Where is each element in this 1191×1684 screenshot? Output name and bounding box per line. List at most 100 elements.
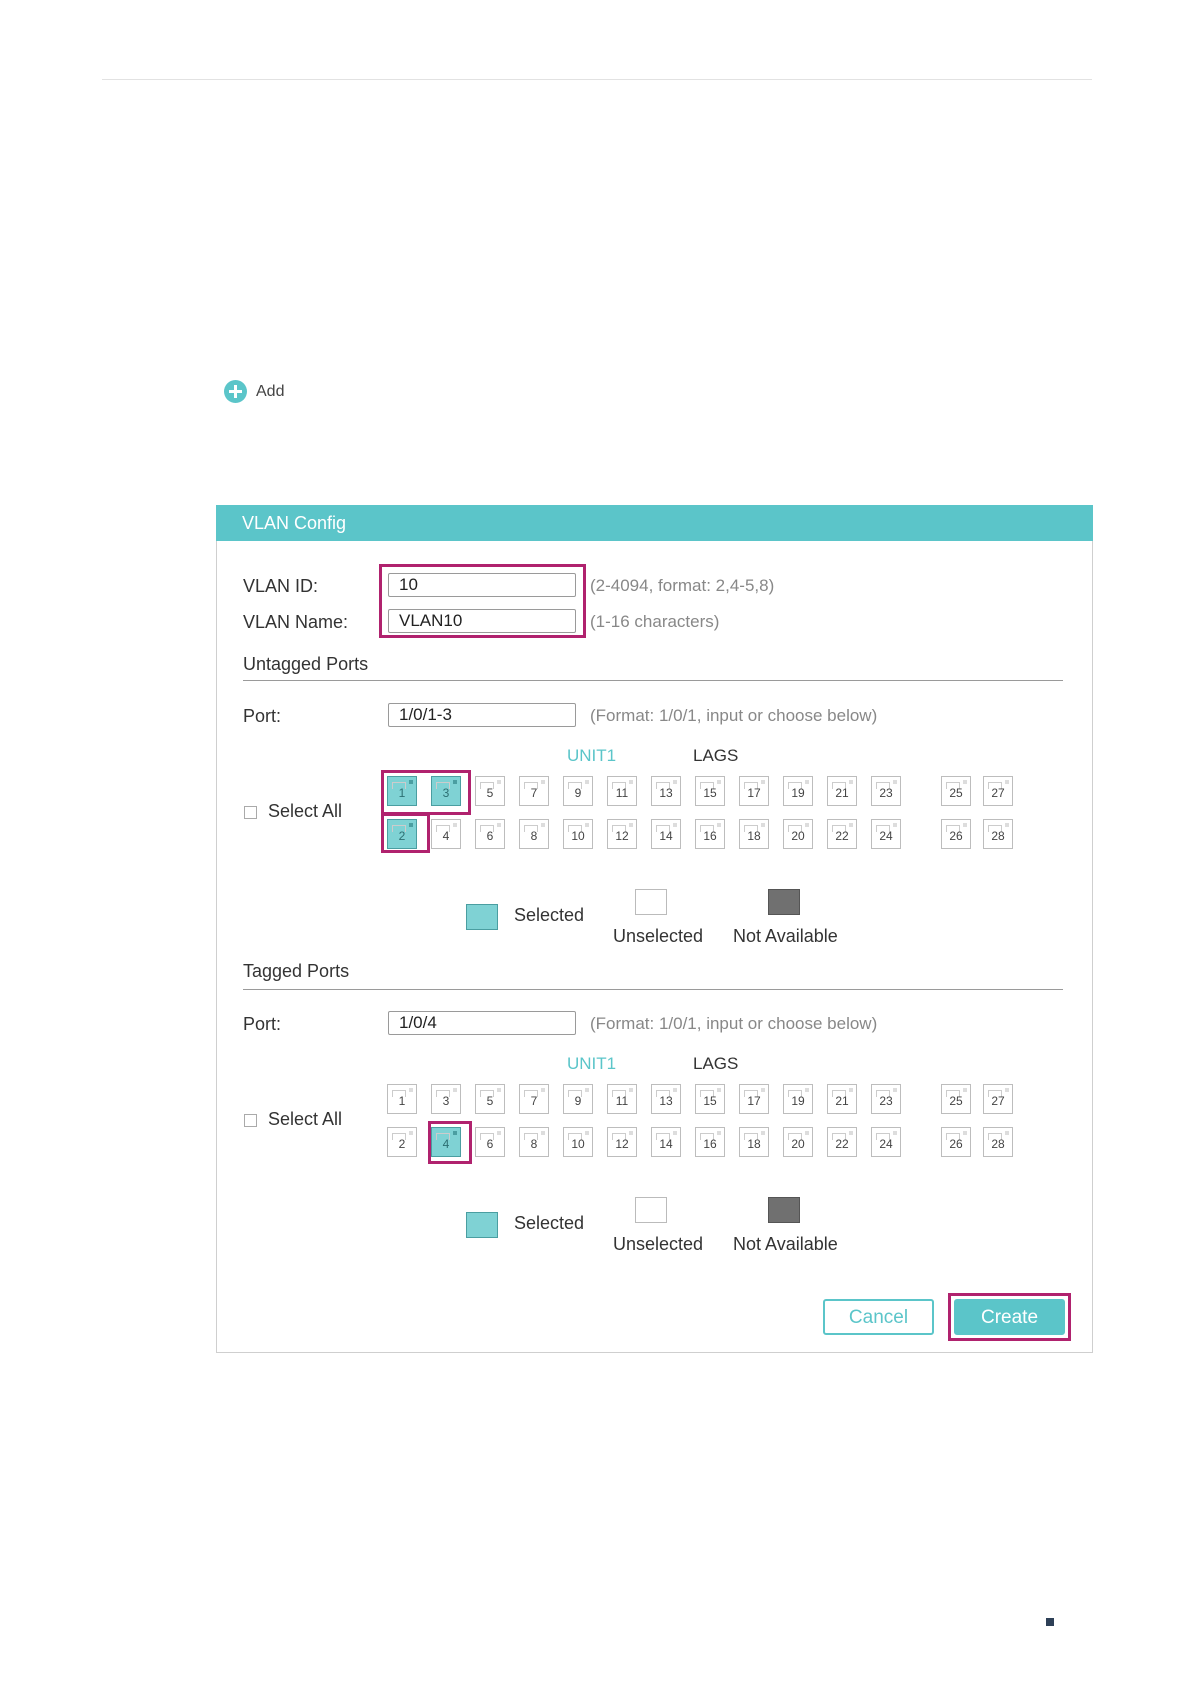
port-number: 11 [615,1094,629,1108]
port-number: 4 [442,829,450,843]
port-number: 27 [991,786,1005,800]
untagged-port-14[interactable]: 14 [651,819,681,849]
port-led-icon [761,1088,765,1092]
untagged-port-28[interactable]: 28 [983,819,1013,849]
untagged-select-all-checkbox[interactable] [244,806,257,819]
untagged-port-19[interactable]: 19 [783,776,813,806]
port-led-icon [717,780,721,784]
port-led-icon [963,823,967,827]
untagged-port-3[interactable]: 3 [431,776,461,806]
untagged-port-10[interactable]: 10 [563,819,593,849]
untagged-port-25[interactable]: 25 [941,776,971,806]
tagged-port-8[interactable]: 8 [519,1127,549,1157]
port-number: 7 [530,786,538,800]
untagged-port-5[interactable]: 5 [475,776,505,806]
page-marker [1046,1618,1054,1626]
tagged-port-20[interactable]: 20 [783,1127,813,1157]
tagged-port-7[interactable]: 7 [519,1084,549,1114]
port-number: 26 [949,829,963,843]
untagged-port-16[interactable]: 16 [695,819,725,849]
port-led-icon [893,1131,897,1135]
tagged-port-16[interactable]: 16 [695,1127,725,1157]
tagged-port-13[interactable]: 13 [651,1084,681,1114]
untagged-port-13[interactable]: 13 [651,776,681,806]
vlan-name-input[interactable]: VLAN10 [388,609,576,633]
tagged-port-2[interactable]: 2 [387,1127,417,1157]
port-number: 18 [747,829,761,843]
untagged-port-26[interactable]: 26 [941,819,971,849]
add-button[interactable]: Add [224,380,284,403]
untagged-port-22[interactable]: 22 [827,819,857,849]
untagged-port-12[interactable]: 12 [607,819,637,849]
untagged-port-24[interactable]: 24 [871,819,901,849]
not-available-legend-icon [768,889,800,915]
tagged-port-22[interactable]: 22 [827,1127,857,1157]
untagged-port-15[interactable]: 15 [695,776,725,806]
tagged-port-3[interactable]: 3 [431,1084,461,1114]
port-led-icon [453,1131,457,1135]
port-number: 6 [486,1137,494,1151]
tagged-port-hint: (Format: 1/0/1, input or choose below) [590,1014,878,1033]
tagged-port-15[interactable]: 15 [695,1084,725,1114]
untagged-port-18[interactable]: 18 [739,819,769,849]
untagged-port-11[interactable]: 11 [607,776,637,806]
vlan-id-input[interactable]: 10 [388,573,576,597]
port-led-icon [453,780,457,784]
tagged-port-10[interactable]: 10 [563,1127,593,1157]
tagged-port-12[interactable]: 12 [607,1127,637,1157]
untagged-port-21[interactable]: 21 [827,776,857,806]
tagged-port-9[interactable]: 9 [563,1084,593,1114]
untagged-port-8[interactable]: 8 [519,819,549,849]
port-led-icon [849,780,853,784]
untagged-port-2[interactable]: 2 [387,819,417,849]
tagged-port-14[interactable]: 14 [651,1127,681,1157]
tagged-port-25[interactable]: 25 [941,1084,971,1114]
untagged-port-1[interactable]: 1 [387,776,417,806]
tagged-port-1[interactable]: 1 [387,1084,417,1114]
tagged-port-5[interactable]: 5 [475,1084,505,1114]
selected-legend-label: Selected [514,905,585,925]
port-number: 3 [442,786,450,800]
tagged-port-19[interactable]: 19 [783,1084,813,1114]
tagged-port-18[interactable]: 18 [739,1127,769,1157]
tagged-port-27[interactable]: 27 [983,1084,1013,1114]
port-number: 7 [530,1094,538,1108]
tagged-section-title: Tagged Ports [243,961,350,981]
untagged-port-23[interactable]: 23 [871,776,901,806]
tagged-unit-label: UNIT1 [567,1054,617,1073]
port-number: 15 [703,1094,717,1108]
port-led-icon [673,823,677,827]
untagged-port-input[interactable]: 1/0/1-3 [388,703,576,727]
untagged-port-27[interactable]: 27 [983,776,1013,806]
untagged-port-20[interactable]: 20 [783,819,813,849]
untagged-port-7[interactable]: 7 [519,776,549,806]
tagged-port-28[interactable]: 28 [983,1127,1013,1157]
tagged-port-26[interactable]: 26 [941,1127,971,1157]
untagged-port-hint: (Format: 1/0/1, input or choose below) [590,706,878,725]
port-number: 28 [991,1137,1005,1151]
tagged-port-21[interactable]: 21 [827,1084,857,1114]
create-button[interactable]: Create [954,1299,1065,1335]
untagged-port-4[interactable]: 4 [431,819,461,849]
port-led-icon [453,1088,457,1092]
untagged-port-9[interactable]: 9 [563,776,593,806]
tagged-port-6[interactable]: 6 [475,1127,505,1157]
port-led-icon [629,780,633,784]
port-number: 13 [659,1094,673,1108]
tagged-select-all-checkbox[interactable] [244,1114,257,1127]
unselected-legend-label: Unselected [613,926,704,946]
port-number: 1 [398,786,406,800]
tagged-port-17[interactable]: 17 [739,1084,769,1114]
port-led-icon [849,1088,853,1092]
tagged-port-23[interactable]: 23 [871,1084,901,1114]
untagged-port-6[interactable]: 6 [475,819,505,849]
cancel-button[interactable]: Cancel [823,1299,934,1335]
untagged-select-all-label: Select All [268,801,343,821]
tagged-port-11[interactable]: 11 [607,1084,637,1114]
untagged-port-17[interactable]: 17 [739,776,769,806]
port-led-icon [893,1088,897,1092]
tagged-port-input[interactable]: 1/0/4 [388,1011,576,1035]
tagged-port-24[interactable]: 24 [871,1127,901,1157]
port-number: 19 [791,1094,805,1108]
tagged-port-4[interactable]: 4 [431,1127,461,1157]
